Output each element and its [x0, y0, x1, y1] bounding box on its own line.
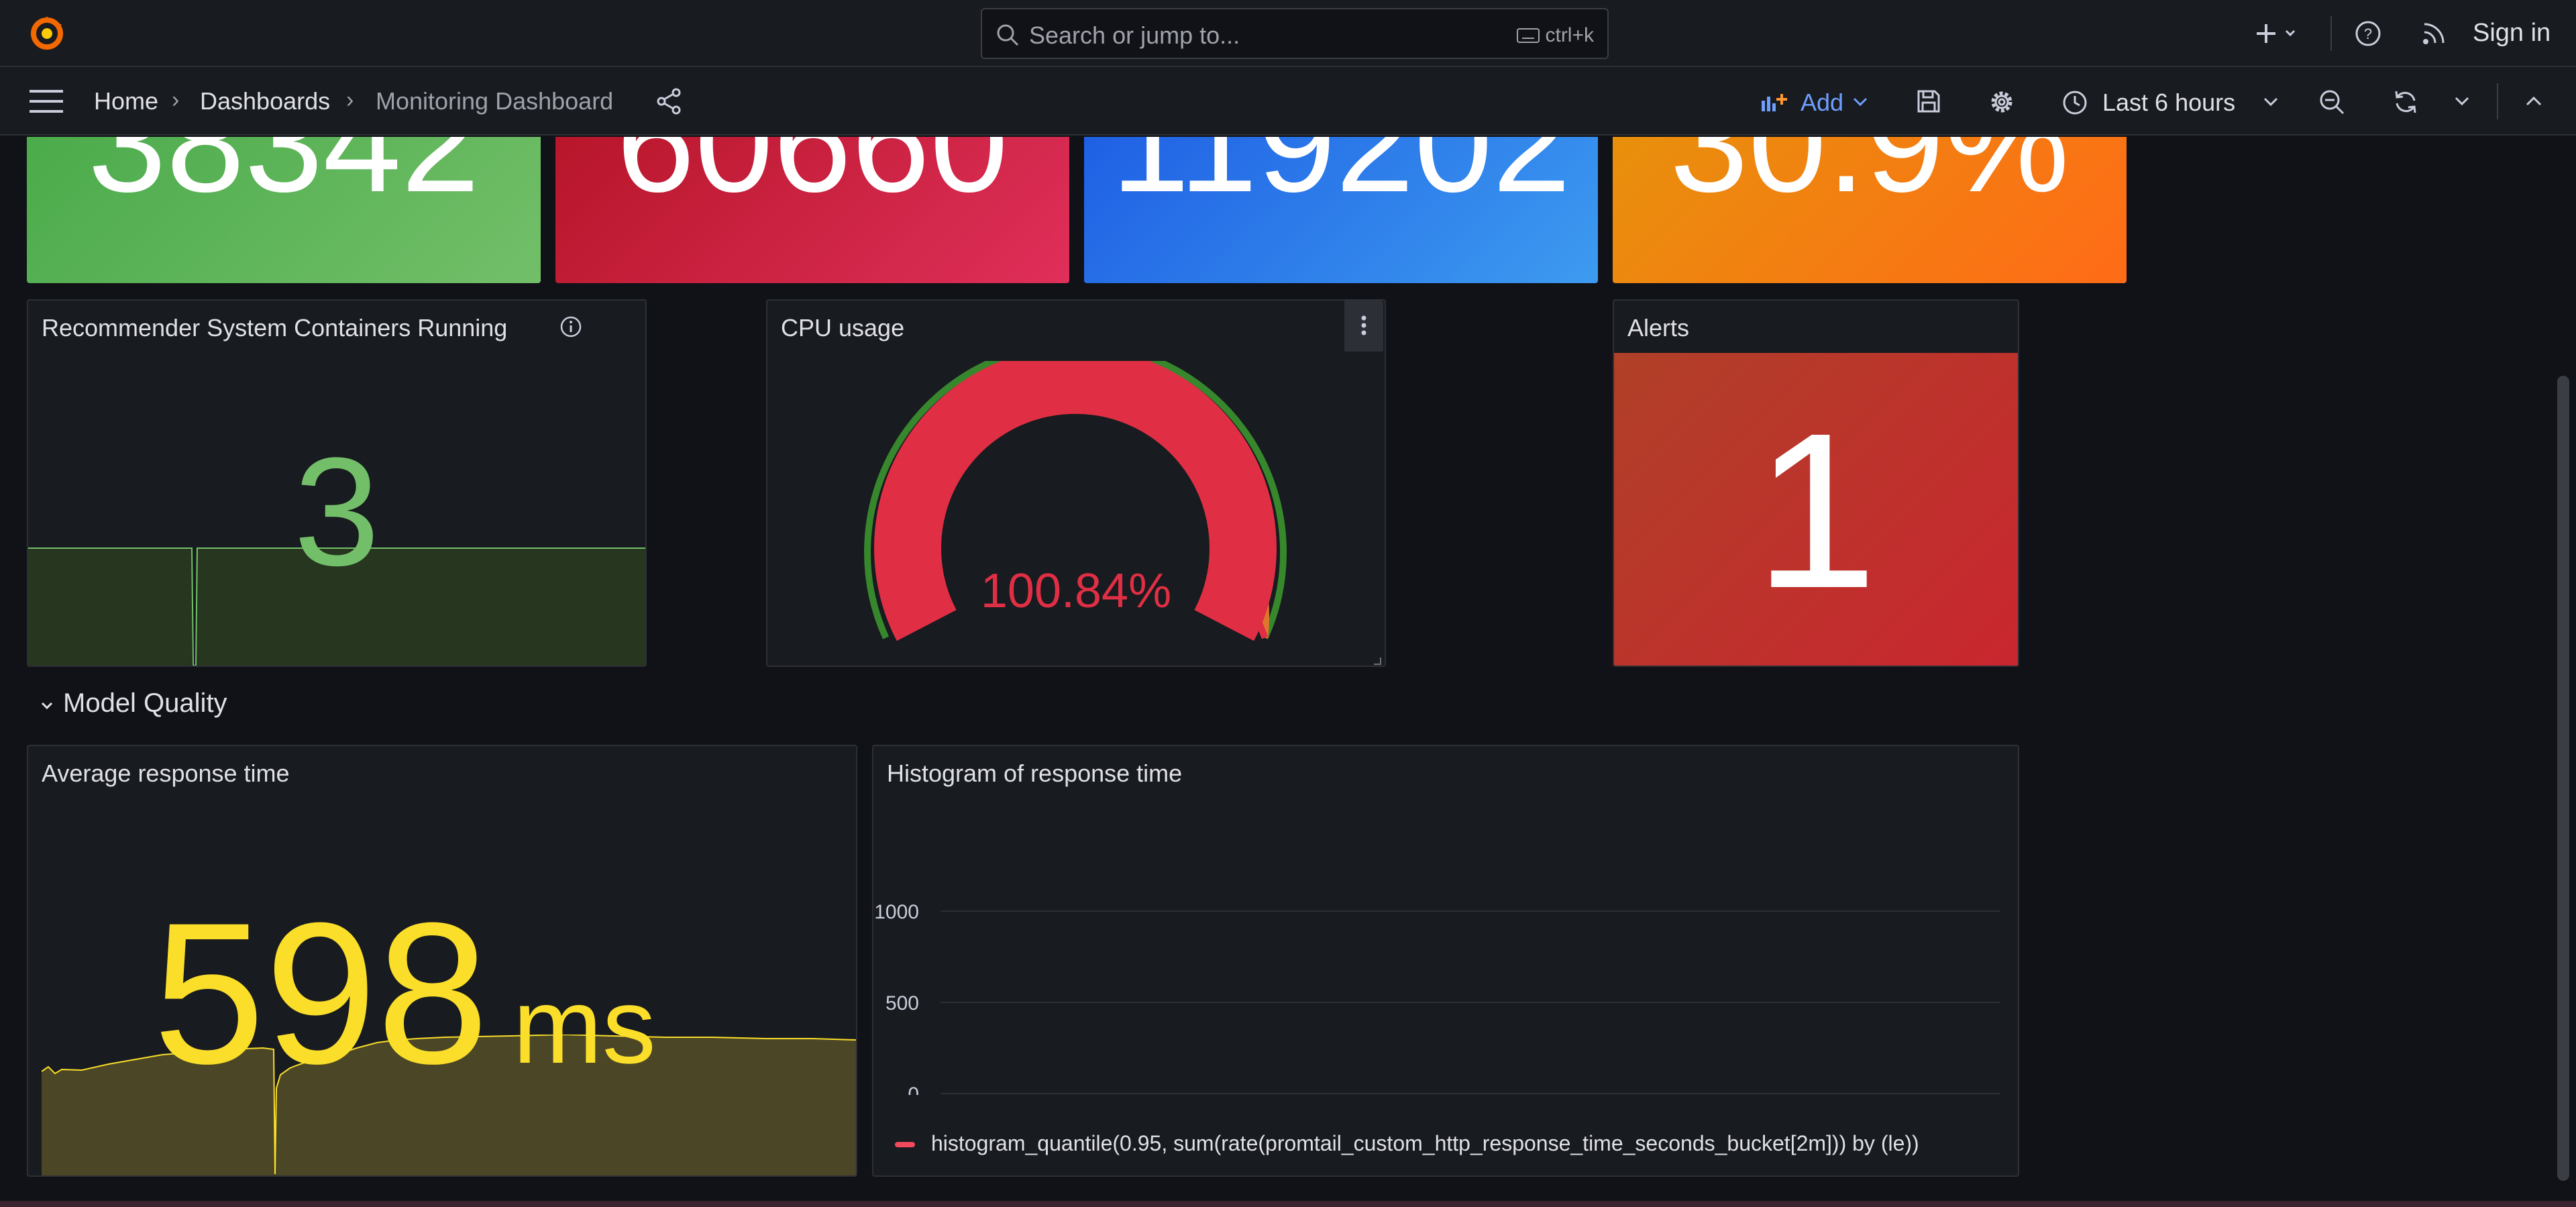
new-button[interactable] [2251, 17, 2305, 50]
containers-running-panel[interactable]: Recommender System Containers Running 3 [27, 299, 647, 667]
gauge-value: 100.84% [980, 564, 1172, 618]
panel-title: Alerts [1627, 314, 1690, 342]
stat-value: 38342 [27, 137, 541, 213]
histogram-chart: 1000 500 0 [874, 901, 2000, 1095]
stat-panel-1[interactable]: 38342 [27, 137, 541, 283]
stat-value: 1 [1754, 386, 1878, 634]
refresh-icon[interactable] [2392, 89, 2419, 115]
cpu-usage-panel[interactable]: CPU usage 100.84% [766, 299, 1386, 667]
menu-icon[interactable] [30, 89, 63, 114]
page-scrollbar[interactable] [2557, 376, 2569, 1181]
y-tick-label: 1000 [874, 901, 919, 923]
y-tick-label: 500 [885, 992, 919, 1014]
panel-title: Histogram of response time [887, 759, 1183, 787]
histogram-panel[interactable]: Histogram of response time 1000 500 0 hist… [872, 745, 2019, 1177]
stat-panel-3[interactable]: 119202 [1084, 137, 1598, 283]
svg-text:?: ? [2364, 25, 2372, 42]
top-bar: Search or jump to... ctrl+k ? Sign in [0, 0, 2576, 67]
grafana-logo-icon[interactable] [27, 13, 67, 54]
resize-handle-icon[interactable] [1373, 656, 1382, 666]
save-icon[interactable] [1916, 89, 1941, 114]
dashboard-nav-bar: Home › Dashboards › Monitoring Dashboard… [0, 67, 2576, 136]
search-placeholder: Search or jump to... [1029, 21, 1240, 49]
divider [2497, 83, 2498, 119]
stat-unit: ms [513, 965, 656, 1086]
add-button[interactable]: Add [1759, 85, 1873, 119]
clock-icon [2063, 91, 2087, 115]
add-panel-icon [1762, 94, 1787, 111]
panel-title: Average response time [42, 759, 290, 787]
breadcrumb-dashboards[interactable]: Dashboards [200, 87, 330, 115]
chevron-down-icon [2263, 97, 2278, 107]
zoom-out-icon[interactable] [2318, 89, 2345, 115]
stat-value: 30.9% [1613, 137, 2127, 213]
refresh-interval-chevron-down-icon[interactable] [2453, 94, 2471, 109]
breadcrumb-current: Monitoring Dashboard [376, 87, 614, 115]
collapse-chevron-up-icon[interactable] [2524, 93, 2544, 109]
stat-value: 3 [294, 425, 380, 598]
stat-value: 60660 [555, 137, 1069, 213]
row-title: Model Quality [63, 688, 227, 718]
sign-in-link[interactable]: Sign in [2473, 19, 2551, 48]
share-icon[interactable] [655, 87, 683, 115]
stat-panel-2[interactable]: 60660 [555, 137, 1069, 283]
alerts-panel[interactable]: Alerts 1 [1613, 299, 2019, 667]
add-label: Add [1801, 89, 1844, 116]
settings-gear-icon[interactable] [1988, 89, 2015, 115]
plus-icon [2257, 24, 2296, 43]
chevron-down-icon [41, 702, 53, 710]
chevron-right-icon: › [346, 87, 354, 113]
legend-label: histogram_quantile(0.95, sum(rate(promta… [931, 1131, 1919, 1155]
average-response-time-panel[interactable]: Average response time 598 ms [27, 745, 857, 1177]
time-range-label: Last 6 hours [2102, 89, 2236, 116]
y-tick-label: 0 [908, 1084, 919, 1095]
divider [2330, 16, 2332, 51]
help-icon[interactable]: ? [2355, 20, 2381, 47]
breadcrumb-home[interactable]: Home [94, 87, 158, 115]
chevron-down-icon [1853, 97, 1868, 107]
time-range-picker[interactable]: Last 6 hours [2061, 85, 2282, 119]
keyboard-icon [1517, 28, 1540, 43]
page-bottom-edge [0, 1201, 2576, 1207]
search-shortcut: ctrl+k [1517, 24, 1594, 47]
panel-menu-icon[interactable] [1344, 301, 1383, 352]
panel-title: CPU usage [781, 314, 905, 342]
news-feed-icon[interactable] [2422, 21, 2446, 46]
stat-number: 598 [153, 880, 489, 1106]
search-input[interactable]: Search or jump to... ctrl+k [981, 8, 1609, 59]
chevron-right-icon: › [172, 87, 180, 113]
stat-panel-4[interactable]: 30.9% [1613, 137, 2127, 283]
response-time-value: 598 ms [153, 892, 656, 1094]
search-icon [997, 24, 1019, 46]
info-icon[interactable] [559, 315, 582, 338]
panel-title: Recommender System Containers Running [42, 314, 508, 342]
legend-color-swatch [895, 1142, 915, 1147]
stat-value: 119202 [1084, 137, 1598, 213]
